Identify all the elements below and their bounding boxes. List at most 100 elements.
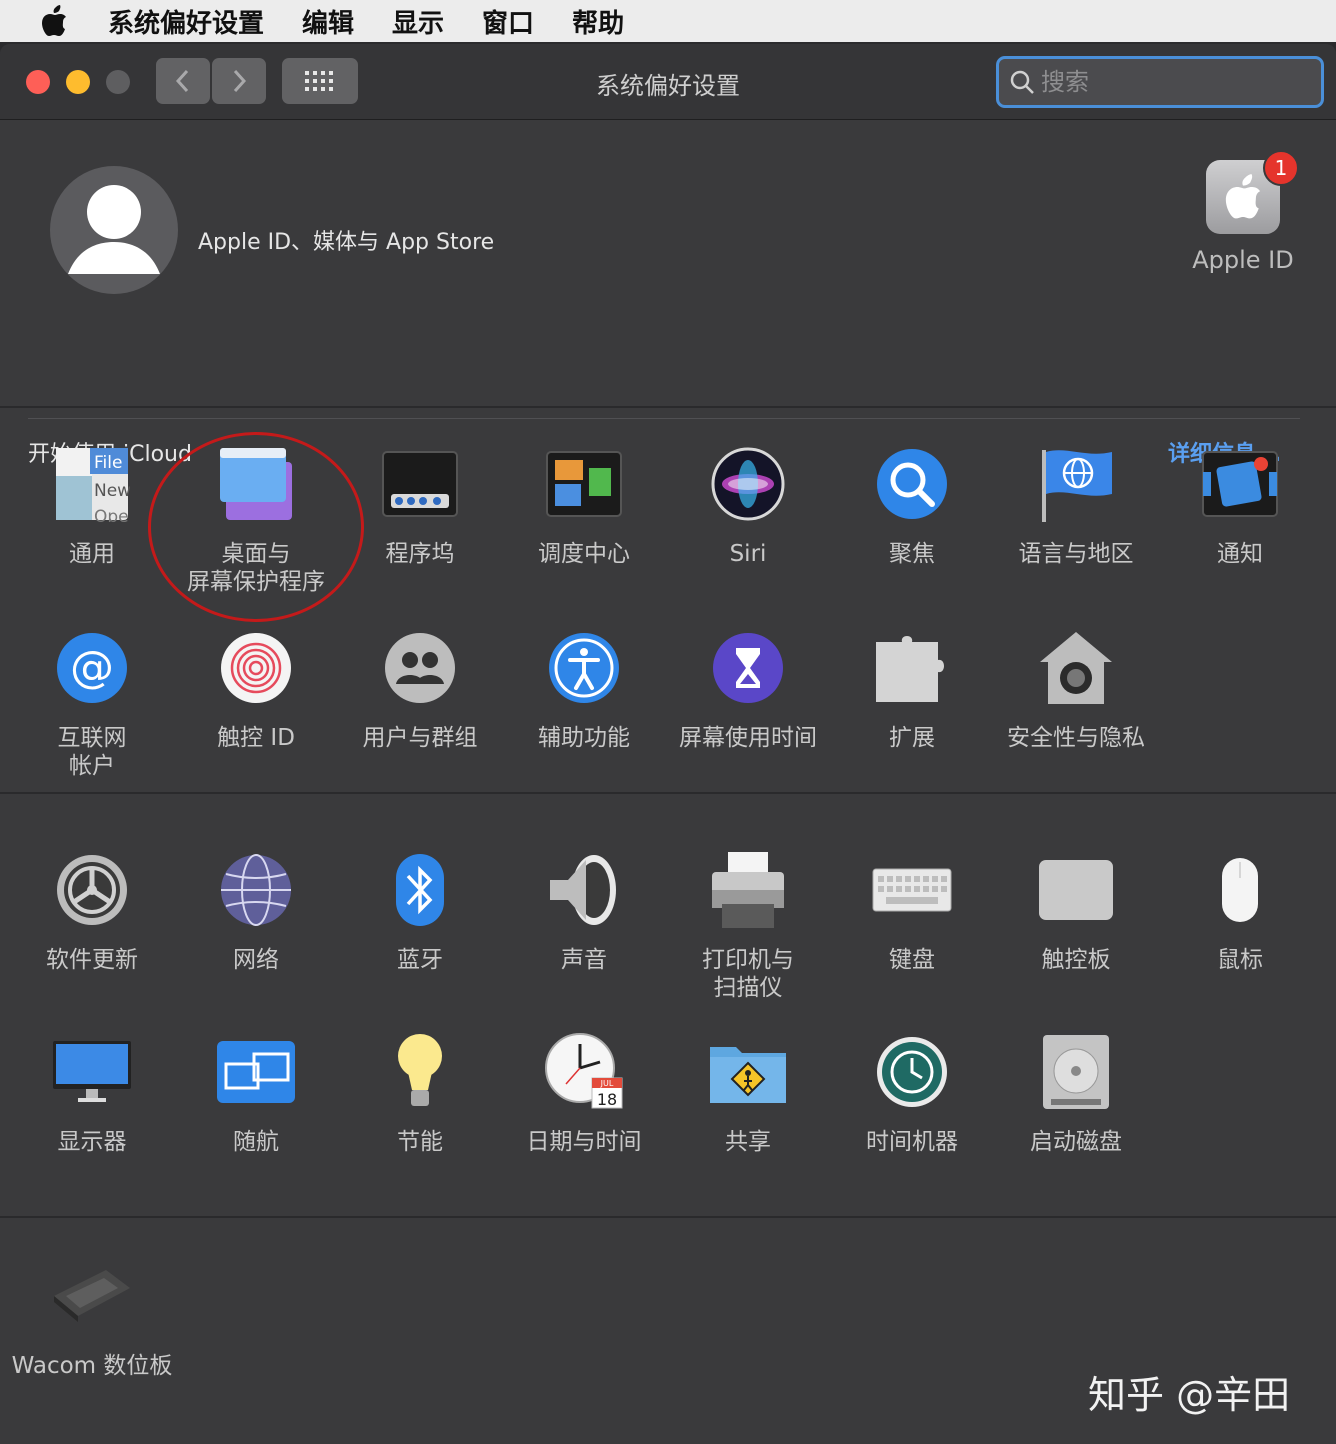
pane-extensions[interactable]: 扩展 [830, 628, 994, 752]
pane-mission-control[interactable]: 调度中心 [502, 444, 666, 568]
pane-time-machine[interactable]: 时间机器 [830, 1032, 994, 1156]
pane-keyboard[interactable]: 键盘 [830, 850, 994, 974]
pane-trackpad[interactable]: 触控板 [994, 850, 1158, 974]
pane-label: 通知 [1217, 541, 1263, 567]
preferences-window: 系统偏好设置 Apple ID、媒体与 App Store 1 Apple ID… [0, 44, 1336, 1444]
search-icon [1010, 70, 1034, 94]
pane-network[interactable]: 网络 [174, 850, 338, 974]
section-divider [0, 1216, 1336, 1218]
pane-label: 软件更新 [46, 947, 138, 973]
pane-security-privacy[interactable]: 安全性与隐私 [994, 628, 1158, 752]
pane-sound[interactable]: 声音 [502, 850, 666, 974]
mission-control-icon [544, 444, 624, 524]
pane-dock[interactable]: 程序坞 [338, 444, 502, 568]
accessibility-icon [544, 628, 624, 708]
pane-label: 通用 [69, 541, 115, 567]
apple-id-media-label[interactable]: Apple ID、媒体与 App Store [198, 224, 494, 256]
pane-notifications[interactable]: 通知 [1158, 444, 1322, 568]
svg-text:File: File [94, 453, 122, 473]
pane-software-update[interactable]: 软件更新 [10, 850, 174, 974]
pane-language-region[interactable]: 语言与地区 [994, 444, 1158, 568]
pane-energy-saver[interactable]: 节能 [338, 1032, 502, 1156]
section-divider [0, 406, 1336, 408]
apple-logo-icon [1225, 174, 1261, 219]
pane-label: 桌面与 屏幕保护程序 [187, 541, 325, 595]
general-icon: File New Ope [52, 444, 132, 524]
pane-siri[interactable]: Siri [666, 444, 830, 568]
menu-system-preferences[interactable]: 系统偏好设置 [108, 3, 264, 40]
search-field[interactable] [996, 56, 1324, 108]
pane-label: 显示器 [57, 1129, 127, 1155]
pane-printers-scanners[interactable]: 打印机与 扫描仪 [666, 850, 830, 1002]
pane-touch-id[interactable]: 触控 ID [174, 628, 338, 752]
globe-network-icon [216, 850, 296, 930]
time-machine-icon [872, 1032, 952, 1112]
notifications-icon [1200, 444, 1280, 524]
pane-label: 共享 [725, 1129, 771, 1155]
pane-label: 时间机器 [866, 1129, 958, 1155]
pane-displays[interactable]: 显示器 [10, 1032, 174, 1156]
pane-mouse[interactable]: 鼠标 [1158, 850, 1322, 974]
pane-desktop-screensaver[interactable]: 桌面与 屏幕保护程序 [174, 444, 338, 596]
title-bar: 系统偏好设置 [0, 44, 1336, 120]
pane-label: 键盘 [889, 947, 935, 973]
pane-sidecar[interactable]: 随航 [174, 1032, 338, 1156]
account-section: Apple ID、媒体与 App Store 1 Apple ID 开始使用 i… [0, 120, 1336, 467]
house-lock-icon [1036, 628, 1116, 708]
divider [28, 418, 1300, 419]
section-divider [0, 792, 1336, 794]
pane-bluetooth[interactable]: 蓝牙 [338, 850, 502, 974]
tablet-icon [52, 1256, 132, 1336]
display-icon [52, 1032, 132, 1112]
pane-label: Wacom 数位板 [11, 1353, 173, 1379]
apple-id-label[interactable]: Apple ID [1180, 246, 1306, 274]
pane-spotlight[interactable]: 聚焦 [830, 444, 994, 568]
dock-icon [380, 444, 460, 524]
person-silhouette-icon [68, 185, 160, 274]
pane-label: 节能 [397, 1129, 443, 1155]
pane-label: 安全性与隐私 [1007, 725, 1145, 751]
pane-label: 打印机与 扫描仪 [702, 947, 794, 1001]
pane-label: 语言与地区 [1018, 541, 1134, 567]
pane-label: 程序坞 [385, 541, 455, 567]
keyboard-icon [872, 850, 952, 930]
svg-text:New: New [94, 481, 130, 501]
sidecar-icon [216, 1032, 296, 1112]
pane-users-groups[interactable]: 用户与群组 [338, 628, 502, 752]
pane-label: 日期与时间 [526, 1129, 642, 1155]
pane-label: 辅助功能 [538, 725, 630, 751]
svg-text:@: @ [70, 642, 114, 693]
pane-date-time[interactable]: JUL 18 日期与时间 [502, 1032, 666, 1156]
menu-edit[interactable]: 编辑 [302, 3, 354, 40]
pane-wacom-tablet[interactable]: Wacom 数位板 [0, 1256, 184, 1380]
pane-screen-time[interactable]: 屏幕使用时间 [666, 628, 830, 752]
menu-window[interactable]: 窗口 [482, 3, 534, 40]
fingerprint-icon [216, 628, 296, 708]
pane-label: 调度中心 [538, 541, 630, 567]
speaker-icon [544, 850, 624, 930]
lightbulb-icon [380, 1032, 460, 1112]
pane-startup-disk[interactable]: 启动磁盘 [994, 1032, 1158, 1156]
hourglass-icon [708, 628, 788, 708]
pane-sharing[interactable]: 共享 [666, 1032, 830, 1156]
puzzle-piece-icon [872, 628, 952, 708]
pane-label: 蓝牙 [397, 947, 443, 973]
search-input[interactable] [1041, 68, 1301, 96]
menu-help[interactable]: 帮助 [572, 3, 624, 40]
menu-bar: 系统偏好设置 编辑 显示 窗口 帮助 [0, 0, 1336, 42]
apple-menu-icon[interactable] [40, 5, 68, 37]
clock-calendar-icon: JUL 18 [544, 1032, 624, 1112]
at-sign-icon: @ [52, 628, 132, 708]
pane-general[interactable]: File New Ope 通用 [10, 444, 174, 568]
svg-text:18: 18 [597, 1090, 617, 1109]
hard-disk-icon [1036, 1032, 1116, 1112]
flag-globe-icon [1036, 444, 1116, 524]
pane-label: 随航 [233, 1129, 279, 1155]
pane-label: 屏幕使用时间 [679, 725, 817, 751]
notification-badge: 1 [1263, 150, 1299, 186]
pane-accessibility[interactable]: 辅助功能 [502, 628, 666, 752]
user-avatar[interactable] [50, 166, 178, 294]
pane-internet-accounts[interactable]: @ 互联网 帐户 [10, 628, 174, 780]
pane-label: Siri [729, 541, 767, 567]
menu-view[interactable]: 显示 [392, 3, 444, 40]
